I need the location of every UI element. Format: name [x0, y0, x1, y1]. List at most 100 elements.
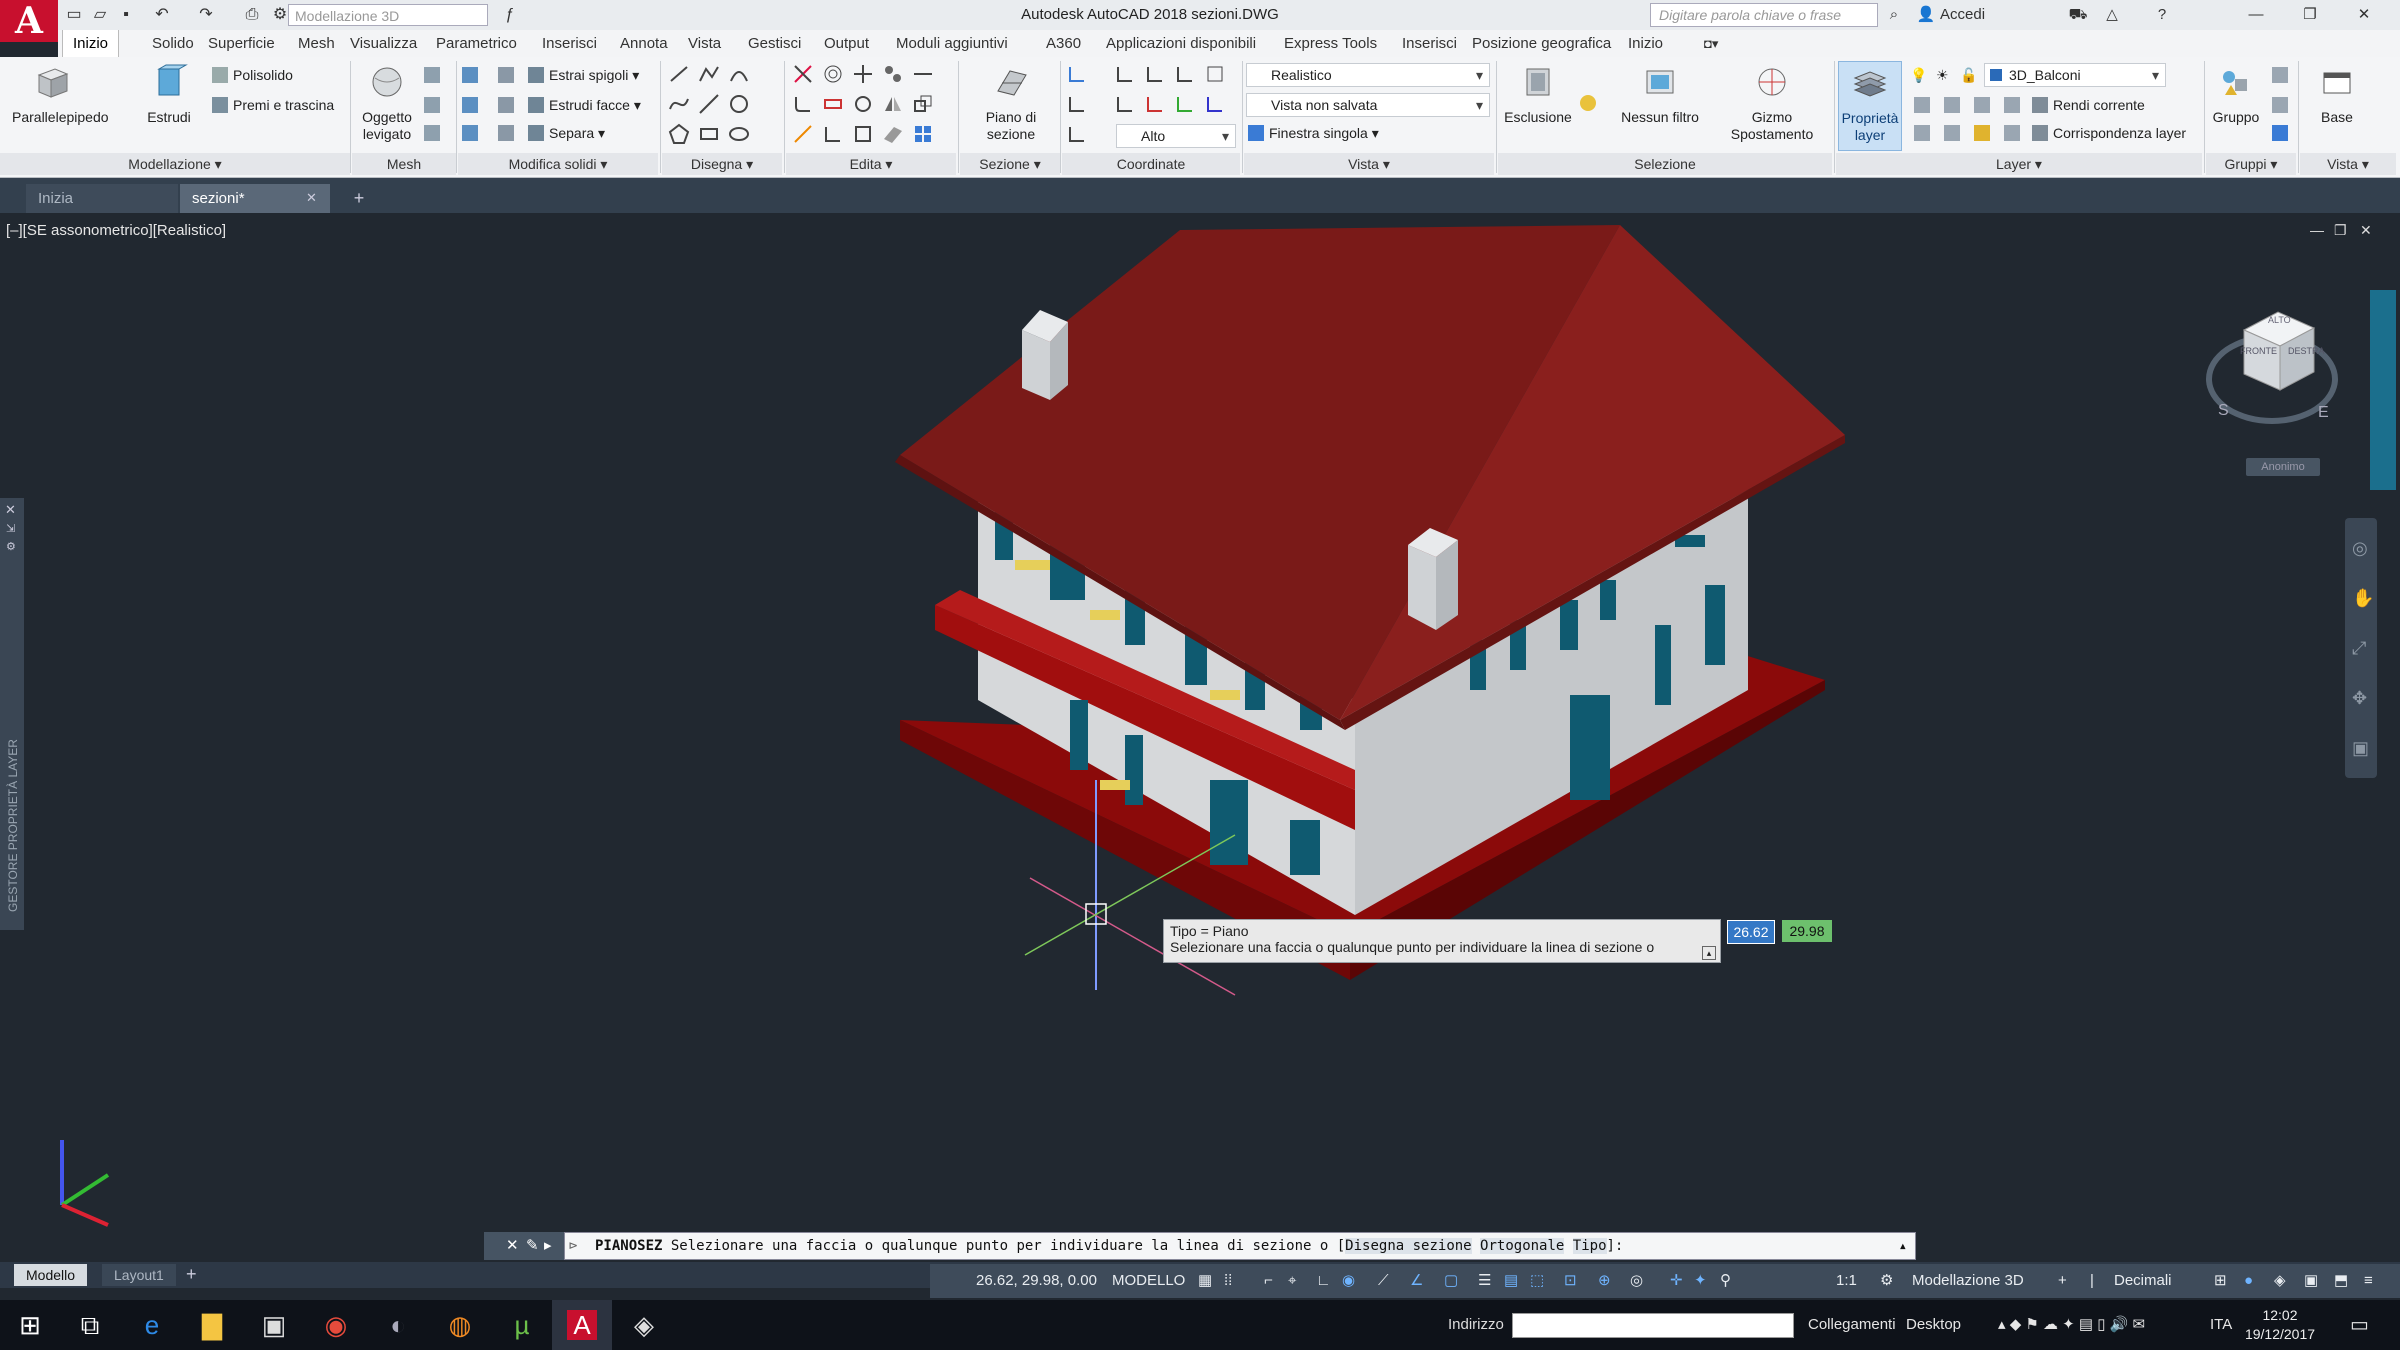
panel-coordinate[interactable]: Coordinate	[1062, 153, 1240, 175]
tooltip-expand-icon[interactable]: ▴	[1702, 946, 1716, 960]
group-tool-2[interactable]	[2272, 93, 2293, 117]
new-layout-button[interactable]: +	[186, 1264, 197, 1285]
tab-gestisci[interactable]: Gestisci	[738, 30, 811, 57]
hardware-acceleration-icon[interactable]: ▣	[2304, 1264, 2318, 1298]
polisolido-button[interactable]: Polisolido	[212, 63, 293, 87]
autocad-taskbar-icon[interactable]: A	[552, 1300, 612, 1350]
panel-modellazione[interactable]: Modellazione ▾	[0, 153, 350, 175]
tab-inserisci[interactable]: Inserisci	[532, 30, 607, 57]
redo-icon[interactable]: ↷	[194, 3, 218, 27]
isodraft-icon[interactable]: ⟋	[1378, 1264, 1389, 1298]
layer-tool-7[interactable]	[1974, 121, 1995, 145]
panel-sezione[interactable]: Sezione ▾	[960, 153, 1060, 175]
ucs-icon[interactable]	[1066, 63, 1088, 85]
tab-express-tools[interactable]: Express Tools	[1274, 30, 1387, 57]
layer-tool-6[interactable]	[1944, 121, 1965, 145]
scale-icon[interactable]	[912, 93, 934, 115]
utorrent-icon[interactable]: µ	[492, 1300, 552, 1350]
option-ortogonale[interactable]: Ortogonale	[1480, 1238, 1565, 1254]
ucs-object-icon[interactable]	[1204, 63, 1226, 85]
customization-icon[interactable]: ≡	[2364, 1264, 2373, 1298]
premi-trascina-button[interactable]: Premi e trascina	[212, 93, 334, 117]
copy-icon[interactable]	[882, 63, 904, 85]
tab-inizio[interactable]: Inizio	[62, 30, 120, 57]
lineweight-icon[interactable]: ☰	[1478, 1264, 1491, 1298]
tab-a360[interactable]: A360	[1036, 30, 1091, 57]
file-explorer-icon[interactable]: ▇	[182, 1300, 242, 1350]
ucs-view-icon[interactable]	[1114, 93, 1136, 115]
desktop-toolbar[interactable]: Desktop	[1906, 1300, 1961, 1350]
tab-superficie[interactable]: Superficie	[198, 30, 285, 57]
tab-inizia[interactable]: Inizia	[26, 184, 178, 213]
subtract-tool[interactable]	[462, 93, 483, 117]
polyline-icon[interactable]	[698, 63, 720, 85]
tab-inserisci-2[interactable]: Inserisci	[1392, 30, 1467, 57]
tray-icons[interactable]: ▴ ◆ ⚑ ☁ ✦ ▤ ▯ 🔊 ✉	[1998, 1300, 2145, 1350]
section-plane-small-icon[interactable]	[882, 123, 904, 145]
ortho-icon[interactable]: ∟	[1316, 1264, 1331, 1298]
tab-modello[interactable]: Modello	[14, 1264, 88, 1286]
interfere-tool[interactable]	[498, 63, 519, 87]
array-icon[interactable]	[822, 93, 844, 115]
ucs-y-icon[interactable]	[1174, 93, 1196, 115]
layer-tool-3[interactable]	[1974, 93, 1995, 117]
tab-mesh[interactable]: Mesh	[288, 30, 345, 57]
mesh-tool-1[interactable]	[424, 63, 445, 87]
undo-icon[interactable]: ↶	[150, 3, 174, 27]
corrispondenza-layer-button[interactable]: Corrispondenza layer	[2032, 121, 2186, 145]
base-button[interactable]: Base	[2302, 63, 2372, 126]
explode-icon[interactable]	[852, 123, 874, 145]
group-tool-3[interactable]	[2272, 121, 2293, 145]
palette-pin-icon[interactable]: ⇲	[6, 522, 15, 535]
separa-button[interactable]: Separa ▾	[528, 121, 605, 145]
layer-lock-icon[interactable]: 🔓	[1960, 63, 1977, 87]
rectangle-icon[interactable]	[698, 123, 720, 145]
tab-posizione-geografica[interactable]: Posizione geografica	[1462, 30, 1621, 57]
estrai-spigoli-button[interactable]: Estrai spigoli ▾	[528, 63, 639, 87]
tab-parametrico[interactable]: Parametrico	[426, 30, 527, 57]
showmotion-icon[interactable]: ▣	[2352, 738, 2369, 759]
palette-settings-icon[interactable]: ⚙	[6, 540, 16, 553]
panel-vista-2[interactable]: Vista ▾	[2300, 153, 2396, 175]
layer-light-icon[interactable]: 💡	[1910, 63, 1927, 87]
folder-app-icon[interactable]: ▣	[244, 1300, 304, 1350]
panel-mesh[interactable]: Mesh	[352, 153, 456, 175]
annotation-scale[interactable]: 1:1	[1836, 1264, 1857, 1298]
grid-icon[interactable]: ▦	[1198, 1264, 1212, 1298]
ucs-face-icon[interactable]	[1066, 93, 1088, 115]
snap-icon[interactable]: ⁞⁞	[1224, 1264, 1232, 1298]
ucs-z-icon[interactable]	[1204, 93, 1226, 115]
panel-modifica-solidi[interactable]: Modifica solidi ▾	[458, 153, 658, 175]
gizmo-icon[interactable]: ✛	[1670, 1264, 1683, 1298]
panel-edita[interactable]: Edita ▾	[786, 153, 956, 175]
ucs-named-icon[interactable]	[1114, 63, 1136, 85]
edge-browser-icon[interactable]: e	[122, 1300, 182, 1350]
piano-sezione-button[interactable]: Piano di sezione	[966, 63, 1056, 143]
extend-icon[interactable]	[792, 123, 814, 145]
option-tipo[interactable]: Tipo	[1572, 1238, 1607, 1254]
move-icon[interactable]	[852, 63, 874, 85]
autodesk-icon[interactable]: △	[2100, 0, 2124, 30]
parallelepipedo-button[interactable]: Parallelepipedo	[12, 63, 109, 126]
polygon-icon[interactable]	[668, 123, 690, 145]
spline-icon[interactable]	[668, 93, 690, 115]
annotation-visibility-icon[interactable]: ✦	[1694, 1264, 1707, 1298]
save-icon[interactable]: ▪	[114, 3, 138, 27]
workspace-switch[interactable]: Modellazione 3D	[1912, 1264, 2024, 1298]
compass-south-label[interactable]: S	[2218, 402, 2229, 420]
command-customize-icon[interactable]: ✎	[526, 1236, 539, 1254]
current-layer-dropdown[interactable]: 3D_Balconi	[1984, 63, 2166, 87]
ellipse-icon[interactable]	[728, 123, 750, 145]
address-input[interactable]	[1512, 1313, 1794, 1338]
model-viewport[interactable]	[0, 214, 2400, 1249]
estrudi-button[interactable]: Estrudi	[138, 63, 200, 126]
panel-layer[interactable]: Layer ▾	[1836, 153, 2202, 175]
proprieta-layer-button[interactable]: Proprietà layer	[1838, 61, 1902, 151]
annotation-monitor-icon[interactable]: +	[2058, 1264, 2067, 1298]
visual-style-dropdown[interactable]: Realistico	[1246, 63, 1490, 87]
units-dropdown[interactable]: Decimali	[2114, 1264, 2172, 1298]
offset-icon[interactable]	[822, 63, 844, 85]
layer-tool-8[interactable]	[2004, 121, 2025, 145]
layer-tool-4[interactable]	[2004, 93, 2025, 117]
polar-icon[interactable]: ◉	[1342, 1264, 1355, 1298]
